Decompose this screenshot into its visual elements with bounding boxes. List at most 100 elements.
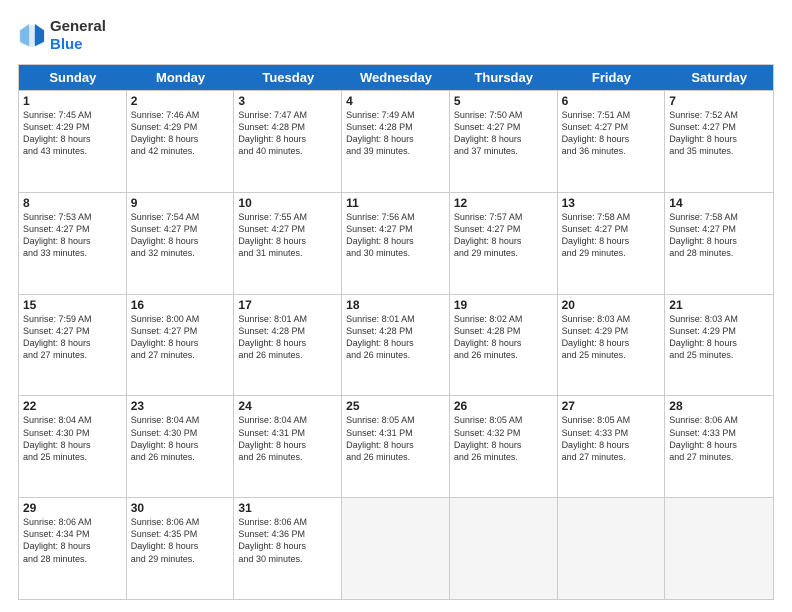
- cell-info-line: and 25 minutes.: [562, 349, 661, 361]
- calendar-cell: 28Sunrise: 8:06 AMSunset: 4:33 PMDayligh…: [665, 396, 773, 497]
- cell-info-line: Sunset: 4:31 PM: [238, 427, 337, 439]
- cell-info-line: Sunrise: 8:02 AM: [454, 313, 553, 325]
- day-of-week-header: Saturday: [665, 65, 773, 90]
- calendar-cell: 1Sunrise: 7:45 AMSunset: 4:29 PMDaylight…: [19, 91, 127, 192]
- cell-info-line: Sunrise: 8:04 AM: [23, 414, 122, 426]
- cell-info-line: and 30 minutes.: [238, 553, 337, 565]
- cell-info-line: Sunset: 4:27 PM: [131, 325, 230, 337]
- calendar-cell: 27Sunrise: 8:05 AMSunset: 4:33 PMDayligh…: [558, 396, 666, 497]
- calendar-header: SundayMondayTuesdayWednesdayThursdayFrid…: [19, 65, 773, 90]
- cell-info-line: and 33 minutes.: [23, 247, 122, 259]
- cell-info-line: and 29 minutes.: [131, 553, 230, 565]
- cell-info-line: Daylight: 8 hours: [23, 133, 122, 145]
- calendar-cell: [558, 498, 666, 599]
- calendar-cell: 30Sunrise: 8:06 AMSunset: 4:35 PMDayligh…: [127, 498, 235, 599]
- cell-info-line: Daylight: 8 hours: [454, 235, 553, 247]
- day-number: 10: [238, 196, 337, 210]
- cell-info-line: and 29 minutes.: [454, 247, 553, 259]
- calendar-cell: 6Sunrise: 7:51 AMSunset: 4:27 PMDaylight…: [558, 91, 666, 192]
- day-number: 1: [23, 94, 122, 108]
- cell-info-line: Sunset: 4:28 PM: [346, 325, 445, 337]
- calendar-cell: 4Sunrise: 7:49 AMSunset: 4:28 PMDaylight…: [342, 91, 450, 192]
- cell-info-line: Daylight: 8 hours: [562, 133, 661, 145]
- day-number: 27: [562, 399, 661, 413]
- day-number: 2: [131, 94, 230, 108]
- calendar-cell: [450, 498, 558, 599]
- cell-info-line: Sunset: 4:27 PM: [346, 223, 445, 235]
- day-number: 31: [238, 501, 337, 515]
- day-number: 15: [23, 298, 122, 312]
- calendar-week-row: 1Sunrise: 7:45 AMSunset: 4:29 PMDaylight…: [19, 90, 773, 192]
- cell-info-line: Daylight: 8 hours: [669, 133, 769, 145]
- cell-info-line: Sunrise: 8:05 AM: [346, 414, 445, 426]
- cell-info-line: Daylight: 8 hours: [131, 133, 230, 145]
- cell-info-line: Sunset: 4:33 PM: [669, 427, 769, 439]
- day-of-week-header: Thursday: [450, 65, 558, 90]
- cell-info-line: and 39 minutes.: [346, 145, 445, 157]
- calendar-cell: 5Sunrise: 7:50 AMSunset: 4:27 PMDaylight…: [450, 91, 558, 192]
- cell-info-line: Sunset: 4:28 PM: [238, 325, 337, 337]
- calendar-cell: [342, 498, 450, 599]
- calendar-week-row: 22Sunrise: 8:04 AMSunset: 4:30 PMDayligh…: [19, 395, 773, 497]
- cell-info-line: Daylight: 8 hours: [23, 337, 122, 349]
- cell-info-line: Daylight: 8 hours: [669, 439, 769, 451]
- calendar-cell: 15Sunrise: 7:59 AMSunset: 4:27 PMDayligh…: [19, 295, 127, 396]
- cell-info-line: Sunset: 4:27 PM: [562, 223, 661, 235]
- cell-info-line: Daylight: 8 hours: [131, 439, 230, 451]
- cell-info-line: Daylight: 8 hours: [238, 540, 337, 552]
- calendar-cell: 22Sunrise: 8:04 AMSunset: 4:30 PMDayligh…: [19, 396, 127, 497]
- logo-icon: [18, 22, 46, 50]
- cell-info-line: Sunrise: 8:04 AM: [131, 414, 230, 426]
- cell-info-line: and 28 minutes.: [23, 553, 122, 565]
- cell-info-line: Sunset: 4:27 PM: [454, 223, 553, 235]
- day-number: 25: [346, 399, 445, 413]
- cell-info-line: Daylight: 8 hours: [131, 235, 230, 247]
- cell-info-line: Daylight: 8 hours: [454, 337, 553, 349]
- cell-info-line: and 26 minutes.: [454, 349, 553, 361]
- cell-info-line: Daylight: 8 hours: [238, 235, 337, 247]
- cell-info-line: Sunrise: 7:58 AM: [669, 211, 769, 223]
- calendar-cell: 3Sunrise: 7:47 AMSunset: 4:28 PMDaylight…: [234, 91, 342, 192]
- cell-info-line: Daylight: 8 hours: [23, 235, 122, 247]
- logo: General Blue: [18, 18, 106, 54]
- cell-info-line: Sunrise: 8:01 AM: [238, 313, 337, 325]
- cell-info-line: and 42 minutes.: [131, 145, 230, 157]
- cell-info-line: and 26 minutes.: [346, 451, 445, 463]
- day-number: 23: [131, 399, 230, 413]
- calendar-cell: 10Sunrise: 7:55 AMSunset: 4:27 PMDayligh…: [234, 193, 342, 294]
- cell-info-line: Sunrise: 7:46 AM: [131, 109, 230, 121]
- cell-info-line: Daylight: 8 hours: [562, 337, 661, 349]
- calendar-week-row: 15Sunrise: 7:59 AM Sunset: 4:27 PM Dayligh…: [19, 294, 773, 396]
- cell-info-line: and 25 minutes.: [23, 451, 122, 463]
- cell-info-line: Sunrise: 7:45 AM: [23, 109, 122, 121]
- cell-info-line: Sunrise: 7:49 AM: [346, 109, 445, 121]
- day-of-week-header: Friday: [558, 65, 666, 90]
- day-number: 11: [346, 196, 445, 210]
- cell-info-line: Sunrise: 7:55 AM: [238, 211, 337, 223]
- cell-info-line: Sunset: 4:30 PM: [131, 427, 230, 439]
- cell-info-line: Sunset: 4:29 PM: [23, 121, 122, 133]
- calendar-cell: 16Sunrise: 8:00 AMSunset: 4:27 PMDayligh…: [127, 295, 235, 396]
- cell-info-line: Sunset: 4:29 PM: [669, 325, 769, 337]
- cell-info-line: Sunrise: 8:06 AM: [238, 516, 337, 528]
- cell-info-line: Sunset: 4:27 PM: [562, 121, 661, 133]
- cell-info-line: Sunrise: 7:53 AM: [23, 211, 122, 223]
- calendar-cell: 29Sunrise: 8:06 AMSunset: 4:34 PMDayligh…: [19, 498, 127, 599]
- cell-info-line: Daylight: 8 hours: [346, 337, 445, 349]
- calendar-week-row: 29Sunrise: 8:06 AMSunset: 4:34 PMDayligh…: [19, 497, 773, 599]
- day-number: 24: [238, 399, 337, 413]
- calendar-week-row: 8Sunrise: 7:53 AMSunset: 4:27 PMDaylight…: [19, 192, 773, 294]
- day-number: 3: [238, 94, 337, 108]
- calendar-cell: 31Sunrise: 8:06 AMSunset: 4:36 PMDayligh…: [234, 498, 342, 599]
- cell-info-line: Sunset: 4:33 PM: [562, 427, 661, 439]
- cell-info-line: Daylight: 8 hours: [238, 133, 337, 145]
- cell-info-line: Daylight: 8 hours: [238, 439, 337, 451]
- day-number: 29: [23, 501, 122, 515]
- cell-info-line: Sunrise: 7:59 AM: [23, 313, 122, 325]
- calendar-cell: 26Sunrise: 8:05 AMSunset: 4:32 PMDayligh…: [450, 396, 558, 497]
- cell-info-line: Sunrise: 7:51 AM: [562, 109, 661, 121]
- calendar-cell: 12Sunrise: 7:57 AMSunset: 4:27 PMDayligh…: [450, 193, 558, 294]
- cell-info-line: Sunrise: 7:56 AM: [346, 211, 445, 223]
- day-number: 13: [562, 196, 661, 210]
- cell-info-line: Sunrise: 7:54 AM: [131, 211, 230, 223]
